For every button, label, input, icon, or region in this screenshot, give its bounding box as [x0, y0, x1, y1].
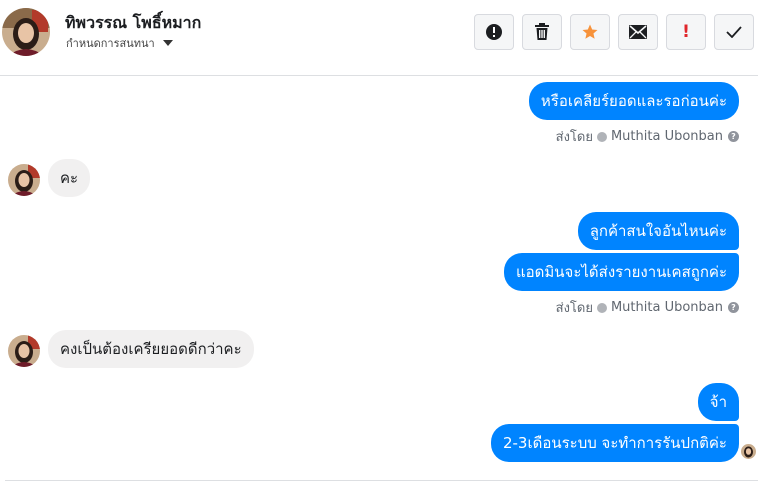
- contact-avatar-small: [8, 335, 40, 367]
- caret-down-icon: [162, 40, 173, 46]
- verified-icon: [596, 131, 607, 142]
- mark-done-button[interactable]: [714, 14, 754, 50]
- exclamation-icon: !: [682, 22, 690, 42]
- schedule-conversation-dropdown[interactable]: กำหนดการสนทนา: [66, 34, 173, 52]
- outgoing-message: หรือเคลียร์ยอดและรอก่อนค่ะ: [528, 82, 739, 120]
- alert-circle-icon: [486, 24, 502, 40]
- verified-icon: [596, 302, 607, 313]
- star-button[interactable]: [570, 14, 610, 50]
- trash-icon: [535, 23, 549, 40]
- outgoing-message: แอดมินจะได้ส่งรายงานเคสถูกค่ะ: [503, 253, 739, 291]
- star-icon: [582, 24, 598, 39]
- help-icon[interactable]: ?: [728, 302, 739, 313]
- incoming-message: คะ: [48, 159, 91, 197]
- delete-button[interactable]: [522, 14, 562, 50]
- outgoing-message: 2-3เดือนระบบ จะทำการรันปกติค่ะ: [490, 424, 739, 462]
- help-icon[interactable]: ?: [728, 131, 739, 142]
- sent-by-name[interactable]: Muthita Ubonban: [611, 300, 723, 315]
- mark-unread-button[interactable]: [618, 14, 658, 50]
- sent-by-prefix: ส่งโดย: [555, 130, 593, 145]
- subtitle-label: กำหนดการสนทนา: [66, 37, 155, 50]
- contact-avatar[interactable]: [2, 8, 50, 56]
- outgoing-message: ลูกค้าสนใจอันไหนค่ะ: [577, 212, 739, 250]
- seen-avatar: [741, 444, 756, 459]
- sent-by-info: ส่งโดย Muthita Ubonban ?: [556, 126, 739, 147]
- mark-spam-button[interactable]: [474, 14, 514, 50]
- sent-by-name[interactable]: Muthita Ubonban: [611, 129, 723, 144]
- toolbar: !: [474, 14, 754, 50]
- sent-by-prefix: ส่งโดย: [555, 301, 593, 316]
- message-thread: หรือเคลียร์ยอดและรอก่อนค่ะ ส่งโดย Muthit…: [0, 77, 758, 485]
- sent-by-info: ส่งโดย Muthita Ubonban ?: [556, 297, 739, 318]
- incoming-message: คงเป็นต้องเครียยอดดีกว่าคะ: [48, 330, 254, 368]
- conversation-header: ทิพวรรณ โพธิ์หมาก กำหนดการสนทนา !: [0, 0, 758, 76]
- contact-name: ทิพวรรณ โพธิ์หมาก: [65, 13, 202, 32]
- composer-divider: [5, 480, 758, 481]
- follow-up-button[interactable]: !: [666, 14, 706, 50]
- contact-avatar-small: [8, 164, 40, 196]
- outgoing-message: จ้า: [697, 383, 739, 421]
- envelope-icon: [629, 25, 647, 39]
- checkmark-icon: [726, 26, 742, 38]
